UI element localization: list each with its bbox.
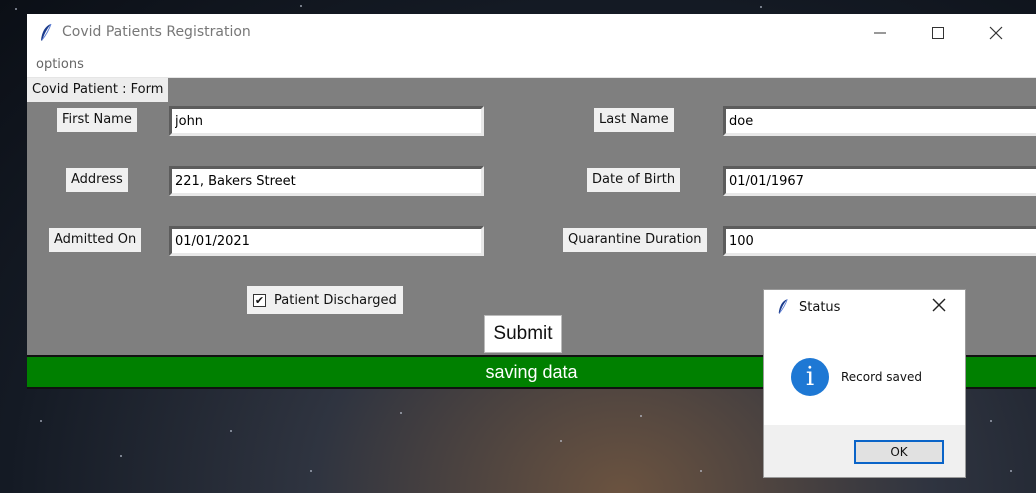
close-button[interactable] — [973, 14, 1019, 52]
info-icon: i — [791, 358, 829, 396]
maximize-icon — [932, 27, 944, 39]
status-dialog: Status i Record saved OK — [763, 289, 966, 478]
dialog-footer: OK — [764, 425, 965, 477]
minimize-button[interactable] — [857, 14, 903, 52]
dialog-message: Record saved — [841, 370, 922, 384]
last-name-field[interactable] — [723, 106, 1036, 136]
address-label: Address — [66, 168, 128, 192]
ok-button[interactable]: OK — [854, 440, 944, 464]
maximize-button[interactable] — [915, 14, 961, 52]
submit-button[interactable]: Submit — [484, 315, 562, 353]
admitted-on-label: Admitted On — [49, 228, 142, 252]
patient-discharged-label: Patient Discharged — [274, 292, 397, 308]
first-name-field[interactable] — [169, 106, 484, 136]
title-bar: Covid Patients Registration — [27, 14, 1036, 52]
menu-options[interactable]: options — [36, 57, 84, 72]
admitted-on-input[interactable] — [172, 229, 481, 253]
dialog-title: Status — [799, 300, 841, 315]
form-frame-label: Covid Patient : Form — [27, 78, 169, 102]
last-name-label: Last Name — [594, 108, 674, 132]
quarantine-duration-field[interactable] — [723, 226, 1036, 256]
close-icon — [932, 298, 946, 312]
checkbox-box[interactable]: ✔ — [253, 293, 266, 307]
address-field[interactable] — [169, 166, 484, 196]
first-name-label: First Name — [57, 108, 137, 132]
feather-icon — [777, 298, 789, 320]
quarantine-duration-input[interactable] — [726, 229, 1036, 253]
minimize-icon — [874, 32, 886, 34]
patient-discharged-checkbox[interactable]: ✔ Patient Discharged — [247, 286, 403, 314]
last-name-input[interactable] — [726, 109, 1036, 133]
date-of-birth-input[interactable] — [726, 169, 1036, 193]
feather-icon — [39, 23, 53, 47]
window-title: Covid Patients Registration — [62, 24, 251, 40]
date-of-birth-label: Date of Birth — [587, 168, 681, 192]
dialog-close-button[interactable] — [932, 297, 946, 316]
menu-bar: options — [27, 52, 1036, 78]
quarantine-duration-label: Quarantine Duration — [563, 228, 707, 252]
admitted-on-field[interactable] — [169, 226, 484, 256]
date-of-birth-field[interactable] — [723, 166, 1036, 196]
first-name-input[interactable] — [172, 109, 481, 133]
close-icon — [989, 26, 1003, 40]
checkmark-icon: ✔ — [254, 293, 265, 307]
address-input[interactable] — [172, 169, 481, 193]
